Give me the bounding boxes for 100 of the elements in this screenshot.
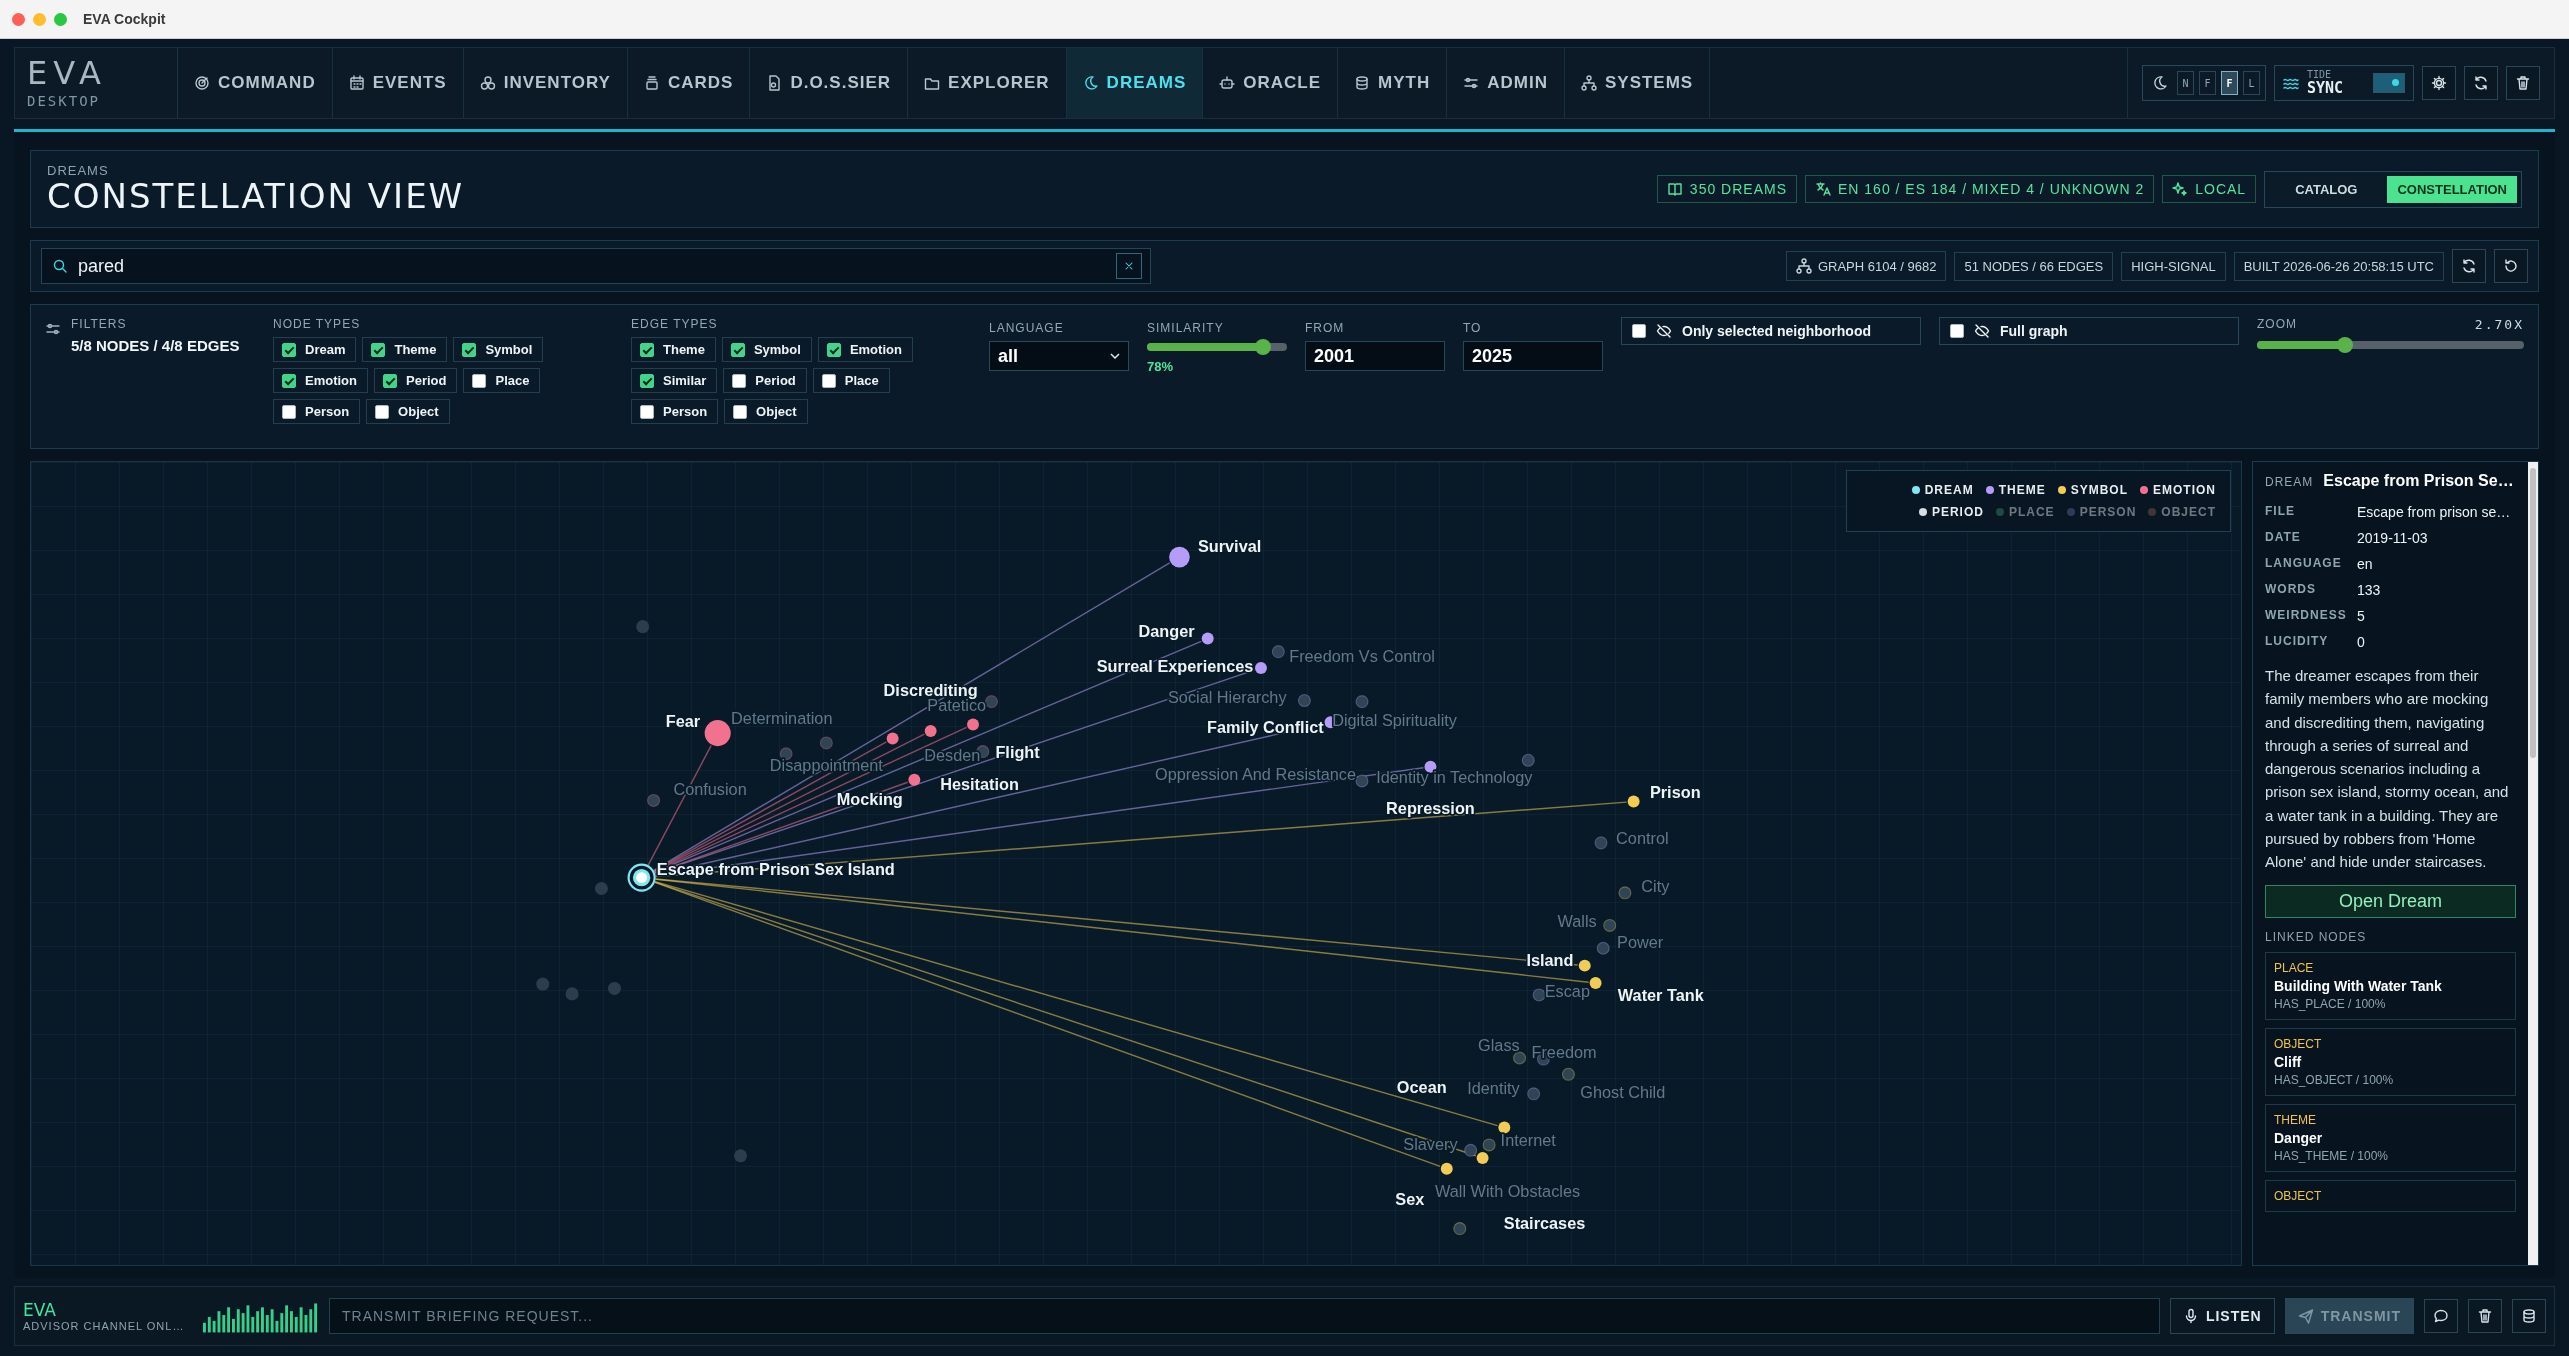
filter-chip[interactable]: Dream [273, 337, 357, 362]
network-icon [1795, 258, 1812, 274]
scrollbar-thumb[interactable] [2530, 468, 2536, 758]
calendar-icon [348, 75, 365, 91]
legend-label: PLACE [2008, 505, 2055, 519]
checkbox[interactable] [821, 373, 836, 388]
to-label: TO [1463, 321, 1483, 335]
chat-button[interactable] [2424, 1299, 2458, 1333]
reset-button[interactable] [2494, 249, 2528, 283]
search-field[interactable]: pared [41, 248, 1151, 284]
filter-chip[interactable]: Symbol [721, 337, 812, 362]
checkbox[interactable] [282, 404, 296, 419]
checkbox[interactable] [640, 373, 654, 388]
settings-icon [2431, 75, 2447, 91]
checkbox[interactable] [282, 373, 296, 388]
slider-thumb[interactable] [2337, 337, 2354, 353]
nav-tab[interactable]: D.O.S.SIER [750, 48, 909, 118]
node-label: Social Hierarchy [1168, 687, 1287, 706]
filter-chip[interactable]: Place [463, 368, 541, 393]
filter-chip[interactable]: Emotion [817, 337, 913, 362]
filter-chip[interactable]: Theme [631, 337, 716, 362]
checkbox[interactable] [282, 342, 296, 357]
checkbox[interactable] [640, 404, 654, 419]
checkbox[interactable] [462, 342, 477, 357]
from-year-field[interactable]: 2001 [1305, 341, 1445, 371]
nav-tab[interactable]: ADMIN [1447, 48, 1565, 118]
filter-chip[interactable]: Period [374, 368, 458, 393]
node-title: Escape from Prison Se… [2323, 472, 2514, 490]
refresh-button[interactable] [2464, 66, 2498, 100]
filter-chip[interactable]: Period [723, 368, 807, 393]
nav-tab[interactable]: CARDS [627, 48, 751, 118]
language-select[interactable]: all [989, 341, 1129, 371]
checkbox[interactable] [371, 342, 386, 357]
checkbox[interactable] [826, 342, 841, 357]
filter-chip[interactable]: Theme [362, 337, 448, 362]
node-label: Family Conflict [1206, 718, 1324, 737]
tide-control[interactable]: TIDE SYNC [2274, 65, 2414, 101]
scrollbar[interactable] [2528, 462, 2538, 1265]
slider-thumb[interactable] [1255, 339, 1272, 355]
rebuild-button[interactable] [2452, 249, 2486, 283]
nav-tab[interactable]: DREAMS [1066, 48, 1204, 118]
filter-chip[interactable]: Person [273, 399, 361, 424]
settings-button[interactable] [2422, 66, 2456, 100]
sparkle-icon [2172, 181, 2189, 197]
view-tab[interactable]: CONSTELLATION [2387, 175, 2517, 203]
checkbox[interactable] [730, 342, 745, 357]
delete-button[interactable] [2506, 66, 2540, 100]
close-window-button[interactable] [12, 12, 25, 26]
checkbox[interactable] [640, 342, 654, 357]
clear-search-button[interactable] [1116, 253, 1142, 279]
nav-tab[interactable]: INVENTORY [463, 48, 628, 118]
field-value: 5 [2357, 608, 2366, 624]
mode-option[interactable]: N [2177, 71, 2194, 95]
sliders-icon [1463, 75, 1480, 91]
node-label: Fear [665, 711, 701, 730]
nav-tab[interactable]: ORACLE [1203, 48, 1339, 118]
open-dream-button[interactable]: Open Dream [2265, 885, 2516, 919]
filter-chip[interactable]: Object [366, 399, 450, 424]
to-year-field[interactable]: 2025 [1463, 341, 1603, 371]
filter-chip[interactable]: Place [812, 368, 890, 393]
field-value: en [2357, 556, 2374, 572]
field-value: Escape from prison se… [2357, 504, 2512, 520]
filter-chip[interactable]: Symbol [453, 337, 544, 362]
listen-button[interactable]: LISTEN [2169, 1298, 2275, 1334]
filter-chip[interactable]: Object [724, 399, 808, 424]
nav-tab[interactable]: SYSTEMS [1564, 48, 1711, 118]
checkbox[interactable] [1632, 324, 1646, 338]
mode-option[interactable]: F [2221, 71, 2238, 95]
filter-chip[interactable]: Similar [631, 368, 718, 393]
nav-tab[interactable]: EXPLORER [908, 48, 1067, 118]
nav-tab[interactable]: EVENTS [332, 48, 464, 118]
field-label: FILE [2265, 504, 2296, 520]
memory-button[interactable] [2512, 1299, 2546, 1333]
toggle-option[interactable]: Full graph [1939, 317, 2239, 345]
tide-value: SYNC [2307, 79, 2344, 97]
checkbox[interactable] [383, 373, 397, 388]
linked-node-type: THEME [2274, 1113, 2317, 1128]
linked-node-card[interactable]: OBJECT [2265, 1180, 2516, 1213]
mode-option[interactable]: F [2199, 71, 2216, 95]
nav-tab[interactable]: COMMAND [178, 48, 333, 118]
graph-node [734, 1149, 747, 1163]
mode-option[interactable]: L [2243, 71, 2260, 95]
checkbox[interactable] [375, 404, 390, 419]
tide-switch[interactable] [2373, 73, 2405, 93]
toggle-option[interactable]: Only selected neighborhood [1621, 317, 1921, 345]
linked-node-card[interactable]: THEME Danger HAS_THEME / 100% [2265, 1104, 2516, 1173]
filter-chip[interactable]: Emotion [273, 368, 368, 393]
checkbox[interactable] [472, 373, 487, 388]
field-label: LUCIDITY [2265, 634, 2330, 650]
filter-chip[interactable]: Person [631, 399, 719, 424]
node-label: Water Tank [1617, 986, 1704, 1005]
nav-tab[interactable]: MYTH [1338, 48, 1448, 118]
filter-label: Dream [305, 342, 346, 357]
message-input-field[interactable]: TRANSMIT BRIEFING REQUEST... [329, 1298, 2160, 1334]
linked-node-card[interactable]: PLACE Building With Water Tank HAS_PLACE / 100% [2265, 952, 2516, 1021]
checkbox[interactable] [732, 373, 747, 388]
clear-button[interactable] [2468, 1299, 2502, 1333]
checkbox[interactable] [733, 404, 748, 419]
linked-node-card[interactable]: OBJECT Cliff HAS_OBJECT / 100% [2265, 1028, 2516, 1097]
checkbox[interactable] [1950, 324, 1964, 338]
